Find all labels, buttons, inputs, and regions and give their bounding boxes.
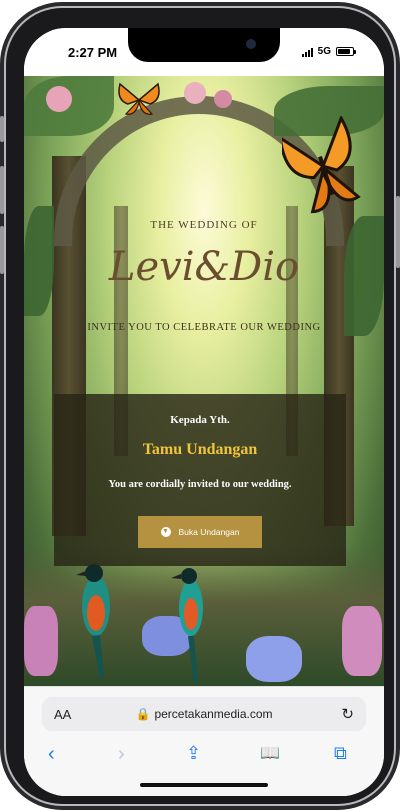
status-time: 2:27 PM (68, 45, 118, 60)
battery-icon (336, 47, 356, 56)
wedding-pretitle: THE WEDDING OF (150, 219, 258, 231)
tabs-icon[interactable]: ⧉ (334, 743, 347, 764)
power-button (396, 196, 400, 268)
couple-names: Levi&Dio (108, 244, 300, 290)
home-indicator (140, 783, 268, 787)
bird-icon (171, 568, 203, 684)
dynamic-island (128, 28, 280, 62)
back-icon[interactable]: ‹ (48, 743, 55, 766)
share-icon[interactable]: ⇪ (186, 743, 201, 764)
bookmarks-icon[interactable]: 📖 (260, 743, 280, 763)
phone-frame: 2:27 PM 5G THE WEDDING OF Levi&Dio INVIT… (0, 6, 400, 806)
recipient-prefix: Kepada Yth. (170, 414, 230, 426)
pink-flower (184, 82, 206, 104)
bird-icon (76, 564, 110, 679)
open-invitation-button[interactable]: ▼ Buka Undangan (138, 516, 262, 548)
pink-flower-cluster (342, 606, 382, 676)
volume-up-button (0, 166, 4, 214)
guest-card: Kepada Yth. Tamu Undangan You are cordia… (54, 394, 346, 566)
url-domain: percetakanmedia.com (154, 707, 273, 721)
screen: 2:27 PM 5G THE WEDDING OF Levi&Dio INVIT… (24, 28, 384, 796)
pink-flower (46, 86, 72, 112)
silent-switch (0, 116, 4, 142)
invitation-message: You are cordially invited to our wedding… (108, 479, 292, 490)
invite-line: INVITE YOU TO CELEBRATE OUR WEDDING (87, 322, 321, 333)
arrow-down-circle-icon: ▼ (160, 527, 171, 537)
invitation-page[interactable]: THE WEDDING OF Levi&Dio INVITE YOU TO CE… (24, 76, 384, 686)
network-label: 5G (317, 46, 331, 57)
camera-icon (246, 39, 256, 49)
volume-down-button (0, 226, 4, 274)
forward-icon[interactable]: › (118, 743, 125, 766)
status-bar: 2:27 PM 5G (24, 28, 384, 76)
pink-flower-cluster (24, 606, 58, 676)
pink-flower (214, 90, 232, 108)
reload-icon[interactable]: ↻ (341, 705, 354, 723)
butterfly-icon (282, 116, 361, 214)
address-bar[interactable]: AA 🔒 percetakanmedia.com ↻ (42, 697, 366, 731)
status-icons: 5G (301, 46, 356, 57)
butterfly-icon (118, 82, 160, 115)
lock-icon: 🔒 (135, 707, 151, 721)
recipient-name: Tamu Undangan (142, 441, 258, 458)
blue-flower (246, 636, 302, 682)
open-invitation-label: Buka Undangan (178, 527, 240, 537)
signal-icon (301, 47, 313, 57)
browser-toolbar: ‹ › ⇪ 📖 ⧉ (24, 743, 384, 769)
url-text[interactable]: 🔒 percetakanmedia.com (42, 707, 366, 721)
safari-bottom-bar: AA 🔒 percetakanmedia.com ↻ ‹ › ⇪ 📖 ⧉ (24, 686, 384, 796)
